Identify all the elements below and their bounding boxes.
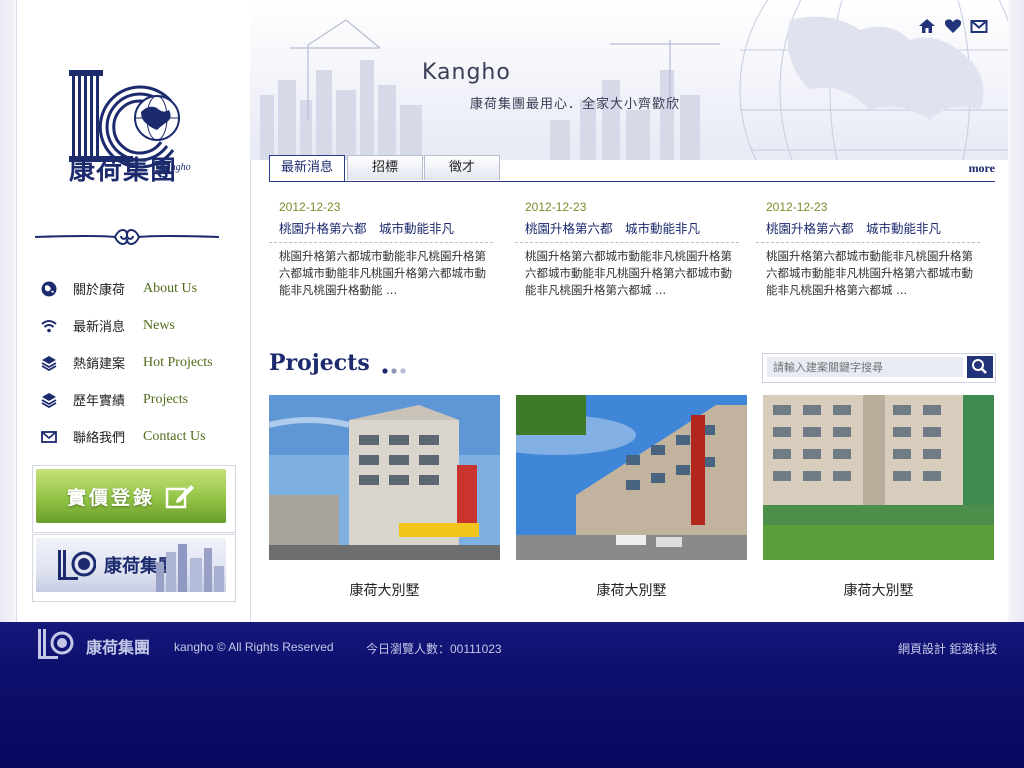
layers-icon	[41, 392, 57, 408]
project-card: 康荷大別墅	[269, 395, 500, 600]
project-search	[762, 353, 996, 383]
news-item: 2012-12-23 桃園升格第六都 城市動能非凡 桃園升格第六都城市動能非凡桃…	[756, 200, 980, 299]
home-icon[interactable]	[918, 18, 936, 34]
project-photo[interactable]	[763, 395, 994, 560]
project-name[interactable]: 康荷大別墅	[269, 580, 500, 600]
project-photo[interactable]	[269, 395, 500, 560]
price-registry-banner: 實價登錄	[32, 465, 236, 533]
news-title-link[interactable]: 桃園升格第六都 城市動能非凡	[269, 214, 493, 243]
projects-heading: Projects	[269, 350, 370, 376]
brand-name-en: Kangho	[422, 60, 511, 85]
logo-mark-icon	[58, 550, 96, 580]
mail-icon	[41, 430, 57, 443]
wifi-icon	[41, 319, 57, 332]
nav-label-cn: 歷年實績	[73, 394, 126, 409]
brand-banner: 康荷集團	[32, 534, 236, 602]
footer-logo	[38, 629, 74, 659]
footer-brand: 康荷集團	[86, 638, 151, 657]
sidebar-item-news[interactable]: 最新消息 News	[37, 307, 247, 344]
nav-label-cn: 聯絡我們	[73, 431, 126, 446]
nav-label-en: News	[143, 317, 175, 333]
page: Kangho 康荷集團 關於康荷 About Us 最新消息 News 熱銷建案	[0, 0, 1024, 768]
news-summary: 桃園升格第六都城市動能非凡桃園升格第六都城市動能非凡桃園升格第六都城市動能非凡桃…	[279, 249, 486, 297]
sidebar-item-hot-projects[interactable]: 熱銷建案 Hot Projects	[37, 344, 247, 381]
nav-label-en: Contact Us	[143, 428, 206, 444]
nav-label-cn: 關於康荷	[73, 283, 126, 298]
news-title-link[interactable]: 桃園升格第六都 城市動能非凡	[515, 214, 739, 243]
sidebar-item-contact[interactable]: 聯絡我們 Contact Us	[37, 418, 247, 455]
sidebar-item-about[interactable]: 關於康荷 About Us	[37, 270, 247, 307]
project-name[interactable]: 康荷大別墅	[516, 580, 747, 600]
project-card: 康荷大別墅	[763, 395, 994, 600]
footer-copyright: kangho © All Rights Reserved	[174, 640, 334, 654]
sidebar-nav: 關於康荷 About Us 最新消息 News 熱銷建案 Hot Project…	[37, 270, 247, 455]
city-skyline-image	[260, 0, 1008, 160]
search-button[interactable]	[967, 356, 993, 378]
nav-label-en: Projects	[143, 391, 189, 407]
price-registry-label: 實價登錄	[66, 486, 155, 509]
edit-icon	[165, 485, 194, 509]
project-search-input[interactable]	[767, 357, 963, 377]
globe-icon	[41, 281, 57, 296]
footer-background	[0, 622, 1024, 768]
project-card: 康荷大別墅	[516, 395, 747, 600]
nav-label-en: About Us	[143, 280, 198, 296]
news-title-link[interactable]: 桃園升格第六都 城市動能非凡	[756, 214, 980, 243]
header-banner: Kangho 康荷集團最用心．全家大小齊歡欣	[250, 0, 1008, 160]
more-link[interactable]: more	[969, 161, 995, 176]
news-date: 2012-12-23	[525, 200, 587, 214]
sidebar-item-projects[interactable]: 歷年實績 Projects	[37, 381, 247, 418]
layers-icon	[41, 355, 57, 371]
nav-label-cn: 熱銷建案	[73, 357, 126, 372]
tab-recruit[interactable]: 徵才	[424, 155, 500, 180]
project-name[interactable]: 康荷大別墅	[763, 580, 994, 600]
news-summary: 桃園升格第六都城市動能非凡桃園升格第六都城市動能非凡桃園升格第六都城市動能非凡桃…	[525, 249, 732, 297]
logo-text: 康荷集團	[69, 156, 178, 186]
price-registry-button[interactable]: 實價登錄	[36, 469, 226, 523]
tab-latest-news[interactable]: 最新消息	[269, 155, 345, 181]
heart-icon[interactable]	[944, 18, 962, 34]
sidebar: Kangho 康荷集團 關於康荷 About Us 最新消息 News 熱銷建案	[16, 0, 251, 622]
search-icon	[972, 359, 987, 374]
news-date: 2012-12-23	[279, 200, 341, 214]
mail-icon[interactable]	[970, 18, 988, 34]
brand-slogan: 康荷集團最用心．全家大小齊歡欣	[470, 97, 681, 112]
project-photo[interactable]	[516, 395, 747, 560]
top-icon-bar	[918, 18, 988, 34]
news-item: 2012-12-23 桃園升格第六都 城市動能非凡 桃園升格第六都城市動能非凡桃…	[269, 200, 493, 299]
skyline-image	[156, 544, 224, 592]
news-date: 2012-12-23	[766, 200, 828, 214]
news-item: 2012-12-23 桃園升格第六都 城市動能非凡 桃園升格第六都城市動能非凡桃…	[515, 200, 739, 299]
brand-banner-link[interactable]: 康荷集團	[36, 538, 226, 592]
news-summary: 桃園升格第六都城市動能非凡桃園升格第六都城市動能非凡桃園升格第六都城市動能非凡桃…	[766, 249, 973, 297]
tab-tender[interactable]: 招標	[347, 155, 423, 180]
news-tabs: 最新消息 招標 徵才 more	[269, 155, 995, 182]
design-credit[interactable]: 網頁設計 鉅潞科技	[898, 640, 997, 657]
ornament-divider	[35, 229, 219, 245]
visitor-counter: 今日瀏覽人數：00111023	[366, 642, 502, 656]
nav-label-cn: 最新消息	[73, 320, 126, 335]
heading-dots	[382, 368, 406, 374]
nav-label-en: Hot Projects	[143, 354, 213, 370]
